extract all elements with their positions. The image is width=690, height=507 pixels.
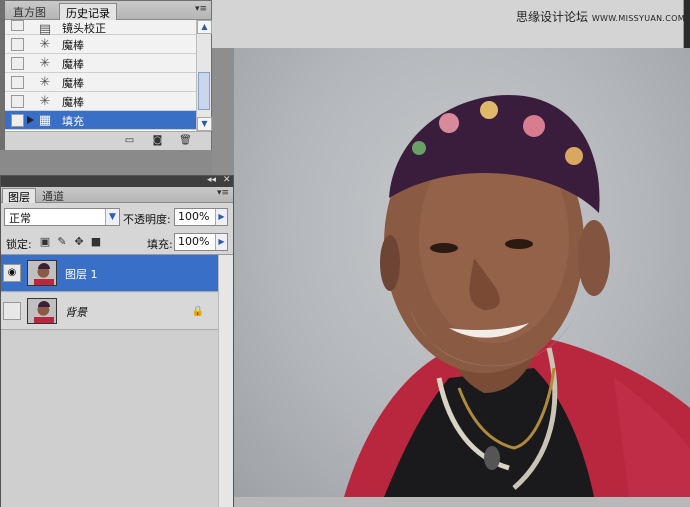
history-scrollbar[interactable]: ▲ ▼ bbox=[196, 20, 212, 131]
portrait-photo bbox=[344, 94, 690, 497]
lock-all-icon[interactable]: ■ bbox=[90, 236, 102, 248]
scroll-thumb[interactable] bbox=[198, 72, 210, 110]
history-footer: ▭ ◙ 🗑 bbox=[5, 131, 211, 150]
snapshot-checkbox[interactable] bbox=[11, 76, 24, 89]
panel-menu-icon[interactable]: ▾≡ bbox=[217, 188, 229, 198]
chevron-down-icon[interactable]: ▼ bbox=[105, 209, 119, 225]
tab-layers[interactable]: 图层 bbox=[2, 188, 36, 204]
watermark: 思缘设计论坛 WWW.MISSYUAN.COM bbox=[516, 8, 685, 25]
layer-thumbnail bbox=[27, 260, 57, 286]
watermark-url: WWW.MISSYUAN.COM bbox=[591, 14, 685, 23]
layers-tabbar: 图层 通道 ▾≡ bbox=[1, 187, 233, 204]
lock-transparent-icon[interactable]: ▣ bbox=[39, 236, 51, 248]
history-item-selected[interactable]: ▦ 填充 bbox=[5, 111, 197, 130]
fill-label: 填充: bbox=[147, 238, 173, 251]
magic-wand-icon: ✳ bbox=[39, 75, 51, 90]
layers-titlebar[interactable]: ◂◂ ✕ bbox=[1, 175, 233, 187]
opacity-input[interactable]: 100% ▶ bbox=[174, 208, 228, 226]
history-list: ▤ 镜头校正 ✳ 魔棒 ✳ 魔棒 ✳ 魔棒 ✳ 魔棒 ▦ 填充 bbox=[5, 20, 197, 131]
history-item[interactable]: ✳ 魔棒 bbox=[5, 73, 197, 92]
layers-panel: ◂◂ ✕ 图层 通道 ▾≡ 正常 ▼ 不透明度: 100% ▶ 锁定: ▣ ✎ … bbox=[0, 175, 234, 507]
history-item-label: 魔棒 bbox=[62, 96, 84, 109]
magic-wand-icon: ✳ bbox=[39, 56, 51, 71]
snapshot-checkbox[interactable] bbox=[11, 114, 24, 127]
layer-row[interactable]: ◉ 图层 1 bbox=[1, 255, 218, 292]
fill-input[interactable]: 100% ▶ bbox=[174, 233, 228, 251]
panel-menu-icon[interactable]: ▾≡ bbox=[195, 4, 207, 14]
layer-thumbnail bbox=[27, 298, 57, 324]
magic-wand-icon: ✳ bbox=[39, 37, 51, 52]
fill-icon: ▦ bbox=[38, 113, 52, 128]
lock-move-icon[interactable]: ✥ bbox=[73, 236, 85, 248]
blend-mode-select[interactable]: 正常 ▼ bbox=[4, 208, 120, 226]
workspace-bottom bbox=[234, 497, 690, 507]
lock-row: 锁定: ▣ ✎ ✥ ■ 填充: 100% ▶ bbox=[1, 230, 233, 254]
new-document-from-state-icon[interactable]: ▭ bbox=[123, 135, 136, 146]
document-canvas[interactable] bbox=[234, 48, 690, 497]
history-panel: 直方图 历史记录 ▾≡ ▤ 镜头校正 ✳ 魔棒 ✳ 魔棒 ✳ 魔棒 ✳ 魔棒 ▦… bbox=[4, 0, 212, 150]
scroll-up-icon[interactable]: ▲ bbox=[197, 20, 212, 34]
new-snapshot-icon[interactable]: ◙ bbox=[151, 135, 164, 146]
opacity-label: 不透明度: bbox=[123, 213, 171, 226]
history-tabbar: 直方图 历史记录 ▾≡ bbox=[5, 1, 211, 20]
history-item-label: 魔棒 bbox=[62, 39, 84, 52]
tab-histogram[interactable]: 直方图 bbox=[7, 3, 52, 20]
history-item-label: 填充 bbox=[62, 115, 84, 128]
visibility-toggle[interactable] bbox=[3, 302, 21, 320]
lock-icon: 🔒 bbox=[191, 306, 204, 317]
history-state-marker-icon bbox=[27, 116, 34, 124]
history-item[interactable]: ✳ 魔棒 bbox=[5, 54, 197, 73]
scroll-down-icon[interactable]: ▼ bbox=[197, 117, 212, 131]
layer-name[interactable]: 图层 1 bbox=[65, 266, 98, 282]
close-icon[interactable]: ✕ bbox=[223, 175, 231, 185]
layers-scrollbar[interactable] bbox=[218, 255, 233, 507]
watermark-text: 思缘设计论坛 bbox=[516, 10, 589, 24]
snapshot-checkbox[interactable] bbox=[11, 95, 24, 108]
snapshot-checkbox[interactable] bbox=[11, 57, 24, 70]
layer-list: ◉ 图层 1 背景 🔒 bbox=[1, 254, 233, 507]
magic-wand-icon: ✳ bbox=[39, 94, 51, 109]
fill-value: 100% bbox=[178, 235, 210, 248]
history-item[interactable]: ✳ 魔棒 bbox=[5, 35, 197, 54]
layer-name[interactable]: 背景 bbox=[65, 304, 87, 320]
history-item-label: 魔棒 bbox=[62, 77, 84, 90]
lock-label: 锁定: bbox=[6, 238, 32, 251]
snapshot-checkbox[interactable] bbox=[11, 20, 24, 31]
opacity-value: 100% bbox=[178, 210, 210, 223]
history-item[interactable]: ▤ 镜头校正 bbox=[5, 20, 197, 37]
layer-row[interactable]: 背景 🔒 bbox=[1, 293, 218, 330]
history-item-label: 镜头校正 bbox=[62, 22, 106, 35]
blend-row: 正常 ▼ 不透明度: 100% ▶ bbox=[1, 205, 233, 229]
snapshot-checkbox[interactable] bbox=[11, 38, 24, 51]
delete-icon[interactable]: 🗑 bbox=[179, 135, 192, 146]
chevron-right-icon[interactable]: ▶ bbox=[215, 209, 227, 225]
chevron-right-icon[interactable]: ▶ bbox=[215, 234, 227, 250]
history-item-label: 魔棒 bbox=[62, 58, 84, 71]
lock-brush-icon[interactable]: ✎ bbox=[56, 236, 68, 248]
collapse-icon[interactable]: ◂◂ bbox=[207, 175, 216, 185]
history-item[interactable]: ✳ 魔棒 bbox=[5, 92, 197, 111]
tab-history[interactable]: 历史记录 bbox=[59, 3, 117, 20]
blend-mode-value: 正常 bbox=[9, 212, 31, 225]
eye-icon[interactable]: ◉ bbox=[3, 264, 21, 282]
tab-channels[interactable]: 通道 bbox=[37, 188, 69, 203]
